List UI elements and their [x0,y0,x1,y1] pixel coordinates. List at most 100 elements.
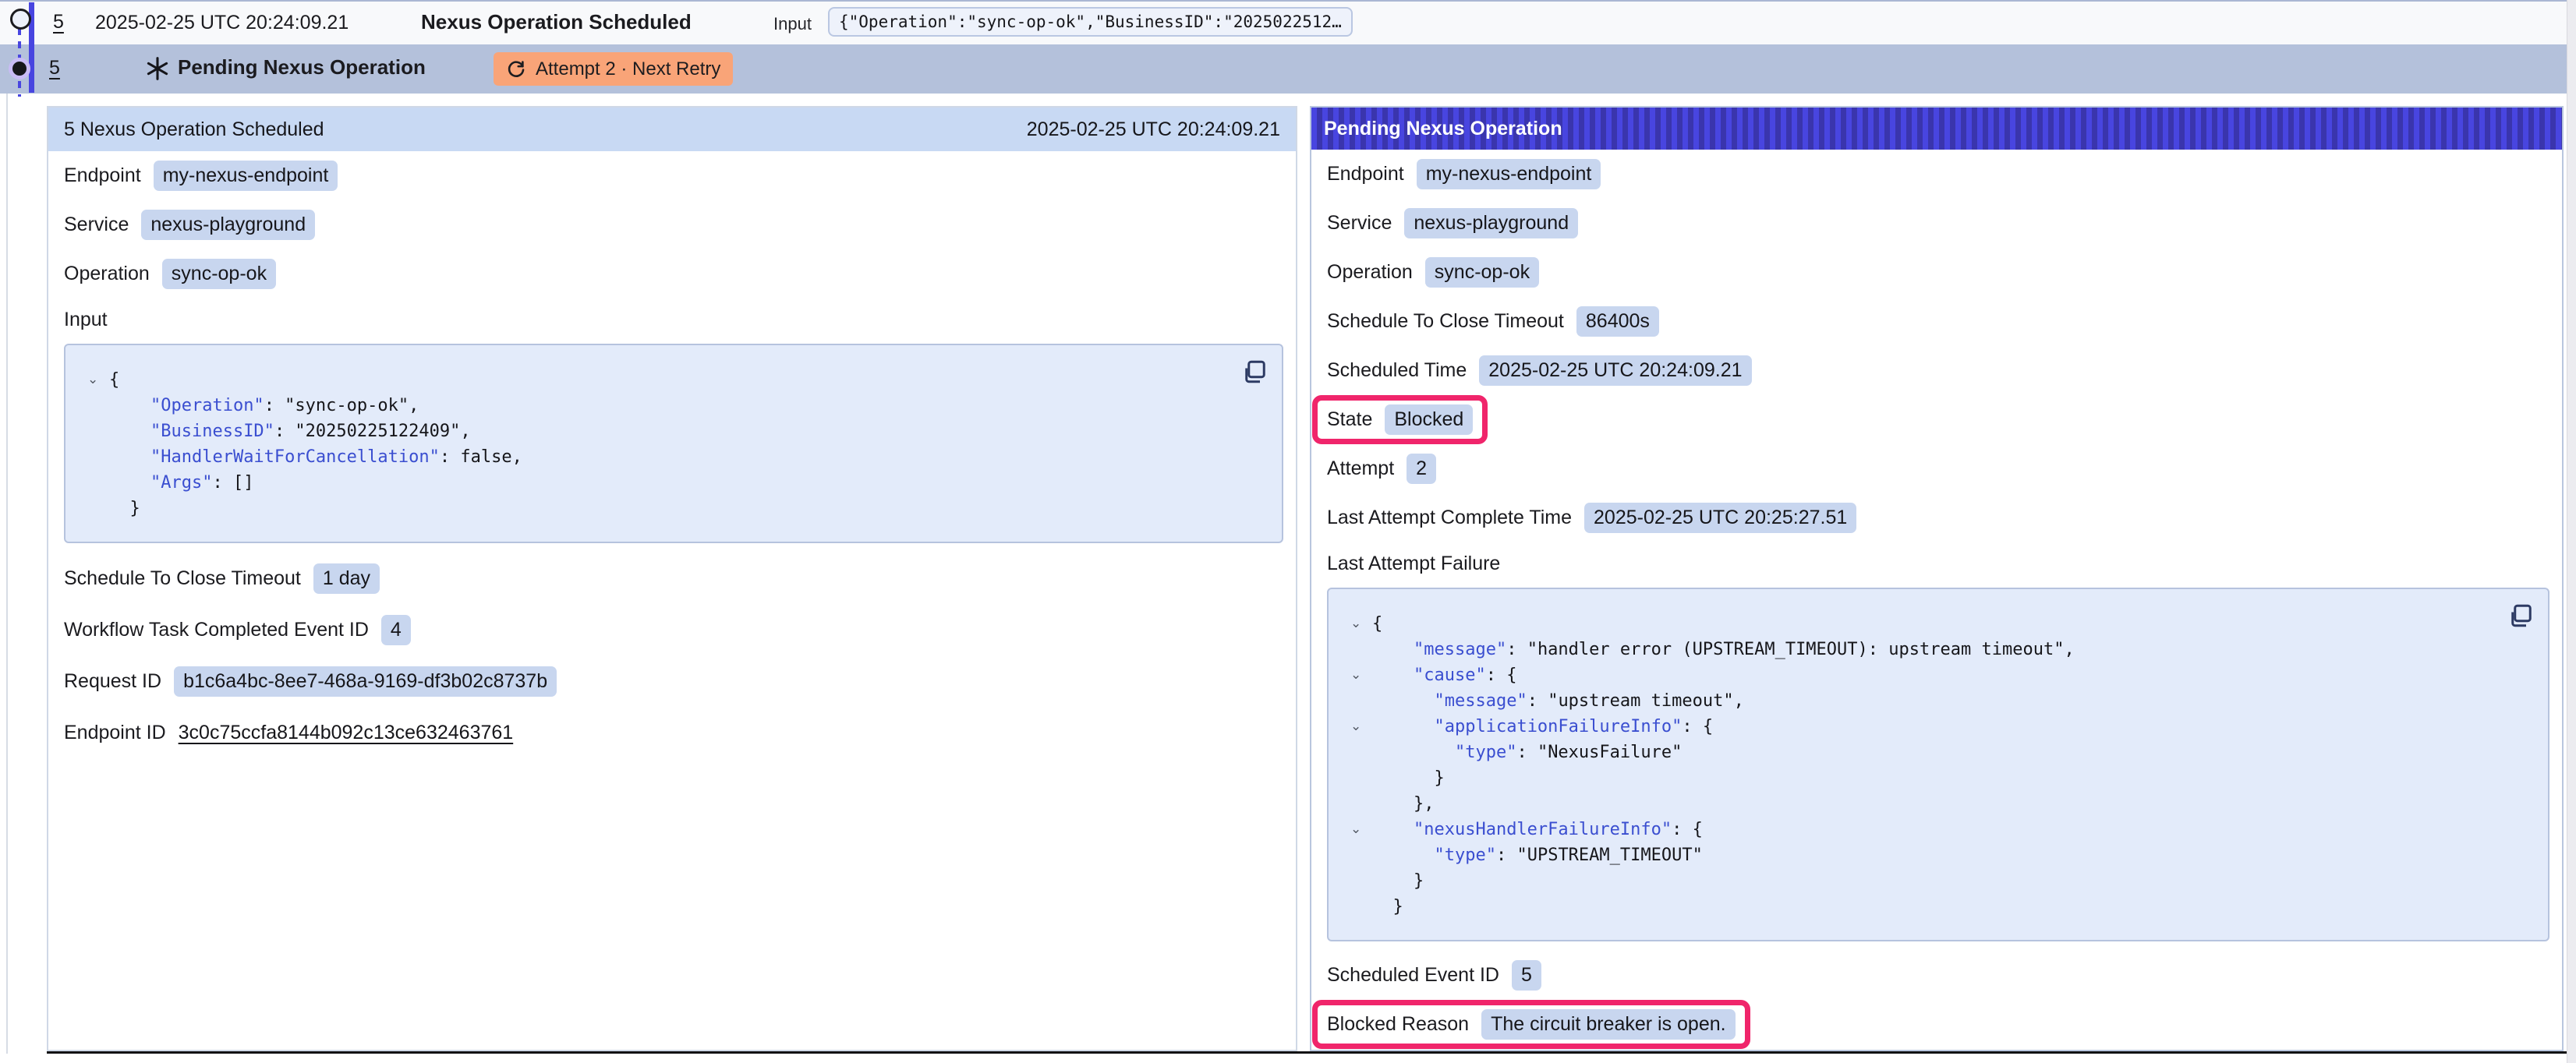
timeline-filled-dot-icon [9,58,30,79]
scheduled-card-title: 5 Nexus Operation Scheduled [64,118,324,141]
json-key: "nexusHandlerFailureInfo" [1414,820,1672,839]
field-label: State [1327,408,1372,431]
input-label: Input [773,14,812,34]
code-line: "message": "handler error (UPSTREAM_TIME… [1349,637,2501,662]
event-group-bottom-border [47,1051,2567,1054]
copy-icon[interactable] [1241,358,1269,386]
code-line: ⌄{ [1349,611,2501,637]
detail-row-attempt: Attempt 2 [1311,444,2562,493]
collapse-chevron-icon[interactable]: ⌄ [1350,716,1361,736]
pending-fields-bottom: Scheduled Event ID5Blocked ReasonThe cir… [1311,951,2562,1049]
json-key: "HandlerWaitForCancellation" [150,447,440,467]
field-value: nexus-playground [141,210,315,240]
json-key: "type" [1455,743,1516,762]
field-value: 2 [1407,454,1436,484]
field-label: Endpoint [1327,163,1404,185]
code-line: } [1349,894,2501,920]
collapse-chevron-icon[interactable]: ⌄ [87,369,98,390]
scheduled-card-time: 2025-02-25 UTC 20:24:09.21 [1027,118,1280,141]
field-label: Service [1327,212,1392,235]
code-line: ⌄ "cause": { [1349,662,2501,688]
detail-row-schedule-to-close-timeout: Schedule To Close Timeout 1 day [48,553,1296,604]
json-key: "message" [1414,640,1506,659]
scheduled-fields-bottom: Schedule To Close Timeout 1 day Workflow T… [48,553,1296,758]
table-left-border [6,94,8,1054]
field-label: Endpoint [64,164,141,187]
field-value: b1c6a4bc-8ee7-468a-9169-df3b02c8737b [174,666,557,697]
field-label: Endpoint ID [64,722,166,744]
scheduled-card-header: 5 Nexus Operation Scheduled 2025-02-25 U… [48,108,1296,151]
field-label: Schedule To Close Timeout [1327,310,1564,333]
field-value: 2025-02-25 UTC 20:24:09.21 [1479,355,1751,386]
field-value: 86400s [1576,306,1659,337]
field-label: Scheduled Event ID [1327,964,1499,987]
detail-row-workflow-task-completed-event-id: Workflow Task Completed Event ID 4 [48,604,1296,655]
field-value: nexus-playground [1404,208,1578,238]
event-timestamp: 2025-02-25 UTC 20:24:09.21 [95,12,349,34]
field-value: my-nexus-endpoint [1417,159,1601,189]
failure-json-block: ⌄{ "message": "handler error (UPSTREAM_T… [1327,588,2549,941]
code-line: "HandlerWaitForCancellation": false, [86,444,1235,470]
field-label: Last Attempt Complete Time [1327,507,1572,529]
code-line: } [86,496,1235,521]
detail-row-schedule-to-close-timeout: Schedule To Close Timeout 86400s [1311,297,2562,346]
retry-badge: Attempt 2 · Next Retry [494,52,733,86]
code-line: }, [1349,791,2501,817]
pending-fields-top: Endpoint my-nexus-endpoint Service nexus-pl… [1311,150,2562,542]
field-value: my-nexus-endpoint [154,161,338,191]
pending-event-title: Pending Nexus Operation [178,55,426,79]
field-label: Attempt [1327,457,1394,480]
pending-event-id-link[interactable]: 5 [49,57,60,79]
code-line: } [1349,868,2501,894]
field-label: Schedule To Close Timeout [64,567,301,590]
field-label: Service [64,214,129,236]
detail-row-operation: Operationsync-op-ok [1311,248,2562,297]
detail-row-service: Service nexus-playground [1311,199,2562,248]
json-key: "Operation" [150,396,264,415]
field-value[interactable]: 3c0c75ccfa8144b092c13ce632463761 [179,722,514,744]
scrollbar[interactable] [2567,0,2576,1063]
field-value: sync-op-ok [162,259,276,289]
field-label: Workflow Task Completed Event ID [64,619,369,641]
annotation-highlight-box: State Blocked [1312,395,1488,444]
field-label: Blocked Reason [1327,1013,1469,1036]
json-key: "cause" [1414,666,1486,685]
event-title: Nexus Operation Scheduled [421,10,692,34]
detail-row-blocked-reason: Blocked Reason The circuit breaker is ope… [1311,1000,2562,1049]
field-value: 1 day [313,563,380,594]
event-row-pending[interactable]: 5 Pending Nexus Operation Attempt 2 · Ne… [0,44,2567,94]
code-line: ⌄{ [86,367,1235,393]
detail-row-last-attempt-complete-time: Last Attempt Complete Time 2025-02-25 UTC… [1311,493,2562,542]
detail-row-endpoint: Endpoint my-nexus-endpoint [48,151,1296,200]
pending-card-header: Pending Nexus Operation [1311,108,2562,150]
field-value: 4 [381,615,411,645]
code-line: ⌄ "applicationFailureInfo": { [1349,714,2501,740]
retry-icon [506,58,527,79]
detail-row-endpoint-id: Endpoint ID 3c0c75ccfa8144b092c13ce632463… [48,707,1296,758]
detail-row-service: Service nexus-playground [48,200,1296,249]
collapse-chevron-icon[interactable]: ⌄ [1350,613,1361,634]
field-label: Operation [1327,261,1413,284]
field-label: Operation [64,263,150,285]
event-id-link[interactable]: 5 [53,11,64,34]
field-value: Blocked [1385,404,1473,435]
code-line: "message": "upstream timeout", [1349,688,2501,714]
input-preview-badge[interactable]: {"Operation":"sync-op-ok","BusinessID":"… [828,7,1353,37]
collapse-chevron-icon[interactable]: ⌄ [1350,819,1361,839]
json-key: "applicationFailureInfo" [1434,717,1682,736]
timeline-open-circle-icon [10,9,31,30]
field-value: The circuit breaker is open. [1481,1009,1736,1040]
event-row-scheduled[interactable]: 5 2025-02-25 UTC 20:24:09.21 Nexus Opera… [0,2,2567,44]
code-line: } [1349,765,2501,791]
field-label: Request ID [64,670,161,693]
scheduled-event-detail-card: 5 Nexus Operation Scheduled 2025-02-25 U… [47,106,1297,1051]
input-json-block: ⌄{ "Operation": "sync-op-ok", "BusinessI… [64,344,1283,543]
collapse-chevron-icon[interactable]: ⌄ [1350,665,1361,685]
annotation-highlight-box: Blocked Reason The circuit breaker is ope… [1312,1000,1750,1049]
asterisk-icon [145,56,170,85]
detail-row-scheduled-time: Scheduled Time2025-02-25 UTC 20:24:09.21 [1311,346,2562,395]
json-key: "message" [1434,691,1527,711]
copy-icon[interactable] [2507,602,2535,630]
field-value: 2025-02-25 UTC 20:25:27.51 [1584,503,1856,533]
json-key: "type" [1434,846,1495,865]
